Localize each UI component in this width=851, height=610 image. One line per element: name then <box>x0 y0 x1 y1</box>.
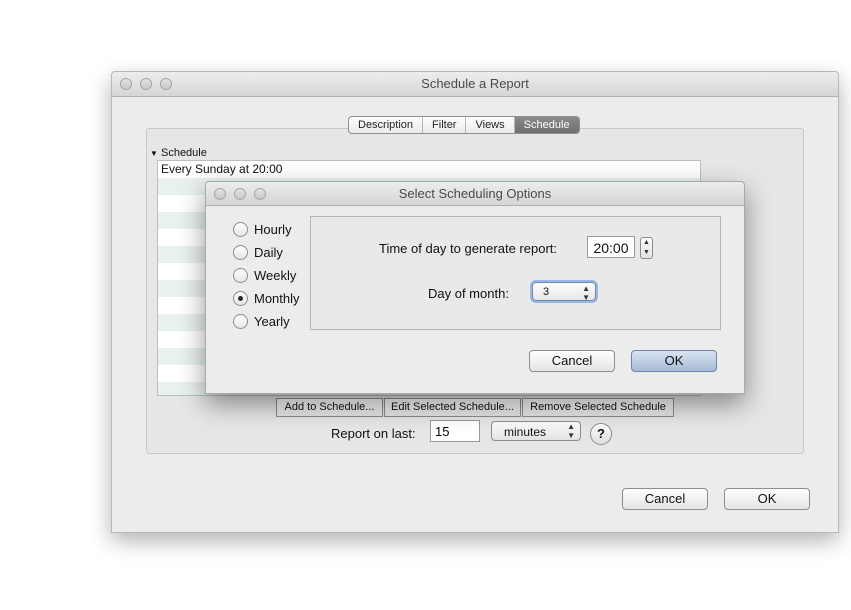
triangle-down-icon[interactable]: ▼ <box>150 149 158 158</box>
time-stepper[interactable]: ▲ ▼ <box>640 237 653 259</box>
units-select[interactable]: minutes ▲ ▼ <box>491 421 581 441</box>
radio-button[interactable] <box>233 267 248 283</box>
time-of-day-field[interactable]: 20:00 <box>587 236 635 258</box>
updown-arrows-icon: ▲ ▼ <box>567 422 575 440</box>
schedule-section-header[interactable]: ▼ Schedule <box>150 147 207 159</box>
units-select-value: minutes <box>504 425 547 439</box>
day-of-month-select[interactable]: 3 ▲ ▼ <box>532 282 596 302</box>
tab-schedule[interactable]: Schedule <box>514 117 579 133</box>
radio-button[interactable] <box>233 244 248 260</box>
dialog-cancel-button[interactable]: Cancel <box>529 350 615 372</box>
window-titlebar[interactable]: Schedule a Report <box>112 72 838 97</box>
radio-hourly[interactable]: Hourly <box>233 219 292 239</box>
radio-label: Hourly <box>254 221 292 237</box>
radio-monthly[interactable]: Monthly <box>233 288 300 308</box>
dialog-title: Select Scheduling Options <box>398 186 552 201</box>
scheduling-options-dialog: Select Scheduling Options Hourly Daily W… <box>205 181 745 394</box>
tab-bar: Description Filter Views Schedule <box>348 116 580 134</box>
report-on-last-input[interactable] <box>430 420 480 442</box>
options-group-box <box>310 216 721 330</box>
radio-button[interactable] <box>233 221 248 237</box>
radio-button[interactable] <box>233 313 248 329</box>
tab-filter[interactable]: Filter <box>423 117 467 133</box>
day-of-month-value: 3 <box>543 286 550 298</box>
updown-arrows-icon: ▲ ▼ <box>582 284 590 302</box>
radio-button-selected[interactable] <box>233 290 248 306</box>
report-on-last-label: Report on last: <box>331 426 416 441</box>
radio-label: Daily <box>254 244 283 260</box>
help-button[interactable]: ? <box>590 423 612 445</box>
add-to-schedule-button[interactable]: Add to Schedule... <box>276 398 383 417</box>
radio-yearly[interactable]: Yearly <box>233 311 290 331</box>
day-of-month-label: Day of month: <box>428 286 509 301</box>
dialog-titlebar[interactable]: Select Scheduling Options <box>206 182 744 206</box>
list-item[interactable]: Every Sunday at 20:00 <box>158 161 700 178</box>
remove-selected-schedule-button[interactable]: Remove Selected Schedule <box>522 398 674 417</box>
main-ok-button[interactable]: OK <box>724 488 810 510</box>
time-of-day-label: Time of day to generate report: <box>379 241 558 256</box>
radio-selected-dot-icon <box>238 295 243 301</box>
schedule-header-label: Schedule <box>160 147 207 159</box>
radio-weekly[interactable]: Weekly <box>233 265 296 285</box>
window-title: Schedule a Report <box>421 76 529 91</box>
dialog-ok-button[interactable]: OK <box>631 350 717 372</box>
radio-label: Weekly <box>254 267 297 283</box>
edit-selected-schedule-button[interactable]: Edit Selected Schedule... <box>384 398 521 417</box>
radio-label: Monthly <box>254 290 300 306</box>
tab-description[interactable]: Description <box>349 117 424 133</box>
tab-views[interactable]: Views <box>466 117 515 133</box>
radio-label: Yearly <box>254 313 290 329</box>
main-cancel-button[interactable]: Cancel <box>622 488 708 510</box>
radio-daily[interactable]: Daily <box>233 242 283 262</box>
